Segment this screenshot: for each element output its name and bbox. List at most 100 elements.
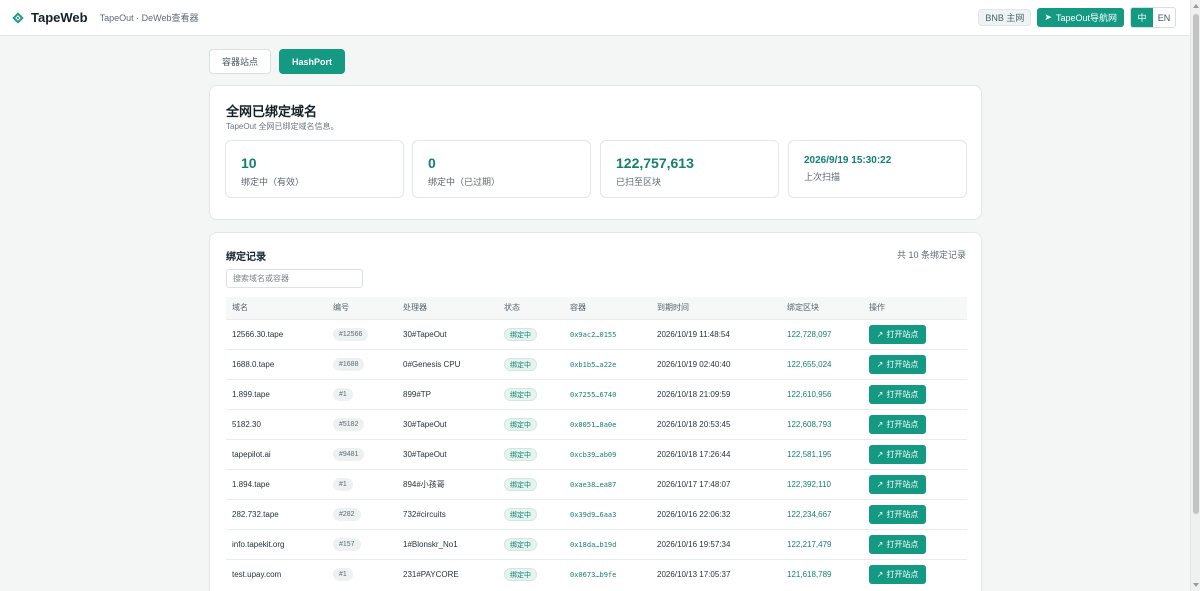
container-address-link[interactable]: 0x0673…b9fe <box>570 571 616 579</box>
block-link[interactable]: 122,581,195 <box>787 450 832 459</box>
block-cell: 122,728,097 <box>781 318 863 349</box>
container-address-link[interactable]: 0x9ac2…0155 <box>570 331 616 339</box>
id-badge: #157 <box>333 537 361 551</box>
block-cell: 122,655,024 <box>781 348 863 379</box>
lang-zh-button[interactable]: 中 <box>1131 8 1153 27</box>
domain-cell: 12566.30.tape <box>226 318 327 349</box>
lang-en-button[interactable]: EN <box>1153 8 1175 27</box>
container-cell: 0xcb39…ab09 <box>564 438 651 469</box>
domain-cell: 5182.30 <box>226 408 327 439</box>
container-address-link[interactable]: 0xb1b5…a22e <box>570 361 616 369</box>
processor-cell: 899#TP <box>397 378 498 409</box>
container-address-link[interactable]: 0xae38…ea87 <box>570 481 616 489</box>
block-cell: 122,217,479 <box>781 528 863 559</box>
table-row: 1.894.tape #1 894#小孩哥 绑定中 0xae38…ea87 2026/10… <box>226 468 967 499</box>
expires-cell: 2026/10/18 17:26:44 <box>651 438 781 469</box>
block-link[interactable]: 122,610,956 <box>787 390 832 399</box>
container-address-link[interactable]: 0x39d9…6aa3 <box>570 511 616 519</box>
table-row: 282.732.tape #282 732#circuits 绑定中 0x39d9…6a… <box>226 498 967 529</box>
expires-cell: 2026/10/16 19:57:34 <box>651 528 781 559</box>
open-site-button[interactable]: ↗ 打开站点 <box>869 564 926 584</box>
block-link[interactable]: 122,728,097 <box>787 330 832 339</box>
block-link[interactable]: 122,234,667 <box>787 510 832 519</box>
column-header: 编号 <box>327 297 397 319</box>
block-cell: 121,618,789 <box>781 558 863 589</box>
block-link[interactable]: 122,392,110 <box>787 480 831 489</box>
status-badge: 绑定中 <box>504 417 537 431</box>
block-link[interactable]: 122,217,479 <box>787 540 832 549</box>
stat-value: 122,757,613 <box>616 155 694 171</box>
status-cell: 绑定中 <box>498 348 564 379</box>
scroll-up-arrow-icon[interactable] <box>1193 4 1199 8</box>
search-input[interactable] <box>226 269 363 288</box>
container-cell: 0xae38…ea87 <box>564 468 651 499</box>
open-site-button[interactable]: ↗ 打开站点 <box>869 324 926 344</box>
table-row: 1.899.tape #1 899#TP 绑定中 0x7255…6740 2026/10/… <box>226 378 967 409</box>
id-cell: #5182 <box>327 408 397 439</box>
open-site-label: 打开站点 <box>886 449 919 459</box>
container-address-link[interactable]: 0xcb39…ab09 <box>570 451 616 459</box>
scroll-thumb[interactable] <box>1193 14 1199 514</box>
container-cell: 0x8051…8a0e <box>564 408 651 439</box>
id-badge: #282 <box>333 507 361 521</box>
id-cell: #12566 <box>327 318 397 349</box>
table-row: 1688.0.tape #1688 0#Genesis CPU 绑定中 0xb1b5…a… <box>226 348 967 379</box>
page-scrollbar[interactable] <box>1190 0 1200 591</box>
open-site-button[interactable]: ↗ 打开站点 <box>869 504 926 524</box>
block-link[interactable]: 122,655,024 <box>787 360 832 369</box>
scroll-down-arrow-icon[interactable] <box>1193 583 1199 587</box>
status-cell: 绑定中 <box>498 498 564 529</box>
status-badge: 绑定中 <box>504 567 537 581</box>
container-address-link[interactable]: 0x7255…6740 <box>570 391 616 399</box>
id-badge: #9481 <box>333 447 365 461</box>
overview-card: 全网已绑定域名 TapeOut 全网已绑定域名信息。 10 绑定中（有效） 0 … <box>209 85 982 220</box>
open-site-button[interactable]: ↗ 打开站点 <box>869 384 926 404</box>
nav-site-button[interactable]: ➤ TapeOut导航网 <box>1037 8 1124 27</box>
open-site-label: 打开站点 <box>886 479 919 489</box>
column-header: 到期时间 <box>651 297 781 319</box>
action-cell: ↗ 打开站点 <box>863 468 967 499</box>
open-site-button[interactable]: ↗ 打开站点 <box>869 474 926 494</box>
tab-hashport[interactable]: HashPort <box>279 49 346 74</box>
view-tabs: 容器站点 HashPort <box>209 49 346 74</box>
open-site-button[interactable]: ↗ 打开站点 <box>869 414 926 434</box>
status-badge: 绑定中 <box>504 447 537 461</box>
open-site-label: 打开站点 <box>886 359 919 369</box>
id-cell: #1688 <box>327 348 397 379</box>
open-site-button[interactable]: ↗ 打开站点 <box>869 354 926 374</box>
action-cell: ↗ 打开站点 <box>863 348 967 379</box>
processor-cell: 732#circuits <box>397 498 498 529</box>
container-address-link[interactable]: 0x8051…8a0e <box>570 421 616 429</box>
processor-cell: 231#PAYCORE <box>397 558 498 589</box>
open-site-button[interactable]: ↗ 打开站点 <box>869 534 926 554</box>
expires-cell: 2026/10/19 11:48:54 <box>651 318 781 349</box>
status-cell: 绑定中 <box>498 558 564 589</box>
records-count: 共 10 条绑定记录 <box>896 250 966 260</box>
stat-value: 2026/9/19 15:30:22 <box>804 155 892 166</box>
expires-cell: 2026/10/19 02:40:40 <box>651 348 781 379</box>
block-link[interactable]: 122,608,793 <box>787 420 832 429</box>
block-cell: 122,610,956 <box>781 378 863 409</box>
column-header: 处理器 <box>397 297 498 319</box>
container-cell: 0x9ac2…0155 <box>564 318 651 349</box>
records-card: 绑定记录 共 10 条绑定记录 域名 编号 处理器 状态 容器 到期时间 绑定区… <box>209 232 982 591</box>
records-title: 绑定记录 <box>226 252 266 263</box>
open-site-button[interactable]: ↗ 打开站点 <box>869 444 926 464</box>
action-cell: ↗ 打开站点 <box>863 498 967 529</box>
open-site-label: 打开站点 <box>886 509 919 519</box>
nav-site-label: TapeOut导航网 <box>1055 13 1117 23</box>
expires-cell: 2026/10/18 21:09:59 <box>651 378 781 409</box>
language-switch: 中 EN <box>1130 7 1176 28</box>
tab-container-sites[interactable]: 容器站点 <box>209 49 272 74</box>
domain-cell: 1.894.tape <box>226 468 327 499</box>
open-site-label: 打开站点 <box>886 539 919 549</box>
action-cell: ↗ 打开站点 <box>863 378 967 409</box>
column-header: 容器 <box>564 297 651 319</box>
id-cell: #1 <box>327 558 397 589</box>
container-address-link[interactable]: 0x18da…b19d <box>570 541 616 549</box>
block-link[interactable]: 121,618,789 <box>787 570 832 579</box>
external-link-icon: ↗ <box>876 359 884 369</box>
status-cell: 绑定中 <box>498 318 564 349</box>
block-cell: 122,608,793 <box>781 408 863 439</box>
brand[interactable]: TapeWeb TapeOut · DeWeb查看器 <box>12 10 198 25</box>
